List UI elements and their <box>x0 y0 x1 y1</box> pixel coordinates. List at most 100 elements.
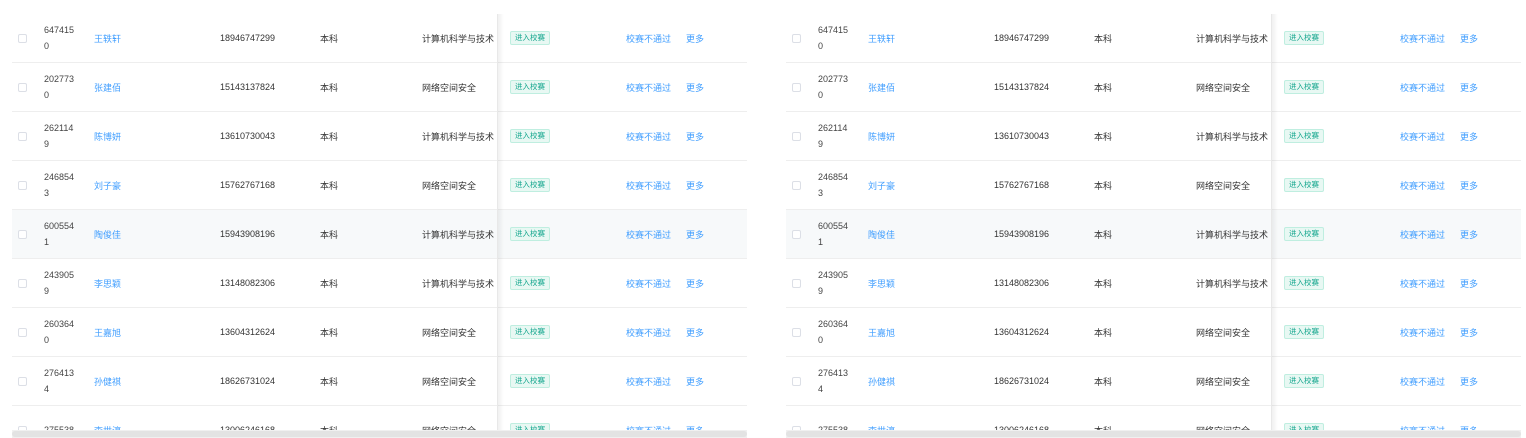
student-id: 2621149 <box>44 123 74 149</box>
row-checkbox[interactable] <box>792 82 801 92</box>
more-button[interactable]: 更多 <box>686 277 704 290</box>
student-name-link[interactable]: 刘子豪 <box>868 179 895 192</box>
phone-number: 15762767168 <box>220 180 276 190</box>
student-name-link[interactable]: 王轶轩 <box>868 32 895 45</box>
student-table-right: 6474150 王轶轩 18946747299 本科 计算机科学与技术 进入校赛… <box>786 14 1521 438</box>
table-row: 2621149 陈博妍 13610730043 本科 计算机科学与技术 进入校赛… <box>786 112 1521 161</box>
student-name-link[interactable]: 孙健祺 <box>94 375 121 388</box>
more-button[interactable]: 更多 <box>686 81 704 94</box>
reject-button[interactable]: 校赛不通过 <box>626 179 671 192</box>
student-name-link[interactable]: 刘子豪 <box>94 179 121 192</box>
education-level: 本科 <box>320 33 339 44</box>
student-id: 2027730 <box>44 74 75 100</box>
student-name-link[interactable]: 陈博妍 <box>868 130 895 143</box>
horizontal-scrollbar[interactable] <box>12 430 747 438</box>
student-id: 2027730 <box>818 74 849 100</box>
row-checkbox[interactable] <box>792 33 801 43</box>
reject-button[interactable]: 校赛不通过 <box>626 375 671 388</box>
scrollbar-thumb[interactable] <box>786 431 1521 437</box>
student-name-link[interactable]: 王嘉旭 <box>94 326 121 339</box>
row-checkbox[interactable] <box>18 327 27 337</box>
row-checkbox[interactable] <box>792 278 801 288</box>
student-id: 6474150 <box>818 25 849 51</box>
student-id: 2603640 <box>44 319 75 345</box>
row-checkbox[interactable] <box>18 229 27 239</box>
row-checkbox[interactable] <box>792 327 801 337</box>
reject-button[interactable]: 校赛不通过 <box>626 130 671 143</box>
more-button[interactable]: 更多 <box>686 130 704 143</box>
phone-number: 15143137824 <box>220 82 276 92</box>
education-level: 本科 <box>320 82 339 93</box>
status-badge: 进入校赛 <box>510 178 550 192</box>
student-name-link[interactable]: 张建佰 <box>94 81 121 94</box>
reject-button[interactable]: 校赛不通过 <box>1400 326 1445 339</box>
more-button[interactable]: 更多 <box>686 179 704 192</box>
more-button[interactable]: 更多 <box>1460 32 1478 45</box>
student-name-link[interactable]: 李思颖 <box>94 277 121 290</box>
more-button[interactable]: 更多 <box>686 32 704 45</box>
education-level: 本科 <box>1094 229 1113 240</box>
phone-number: 18946747299 <box>994 33 1050 43</box>
reject-button[interactable]: 校赛不通过 <box>1400 277 1445 290</box>
education-level: 本科 <box>320 327 339 338</box>
scrollbar-thumb[interactable] <box>12 431 747 437</box>
major-name: 计算机科学与技术 <box>1196 33 1269 44</box>
reject-button[interactable]: 校赛不通过 <box>626 277 671 290</box>
more-button[interactable]: 更多 <box>1460 81 1478 94</box>
more-button[interactable]: 更多 <box>1460 277 1478 290</box>
status-badge: 进入校赛 <box>510 325 550 339</box>
reject-button[interactable]: 校赛不通过 <box>1400 179 1445 192</box>
student-name-link[interactable]: 王嘉旭 <box>868 326 895 339</box>
more-button[interactable]: 更多 <box>686 375 704 388</box>
row-checkbox[interactable] <box>792 131 801 141</box>
reject-button[interactable]: 校赛不通过 <box>1400 32 1445 45</box>
row-checkbox[interactable] <box>18 376 27 386</box>
row-checkbox[interactable] <box>792 376 801 386</box>
more-button[interactable]: 更多 <box>1460 179 1478 192</box>
major-name: 网络空间安全 <box>1196 376 1251 387</box>
student-name-link[interactable]: 孙健祺 <box>868 375 895 388</box>
more-button[interactable]: 更多 <box>1460 326 1478 339</box>
student-name-link[interactable]: 张建佰 <box>868 81 895 94</box>
education-level: 本科 <box>320 229 339 240</box>
student-name-link[interactable]: 陶俊佳 <box>868 228 895 241</box>
more-button[interactable]: 更多 <box>686 228 704 241</box>
row-checkbox[interactable] <box>18 131 27 141</box>
reject-button[interactable]: 校赛不通过 <box>626 326 671 339</box>
reject-button[interactable]: 校赛不通过 <box>626 228 671 241</box>
more-button[interactable]: 更多 <box>1460 130 1478 143</box>
reject-button[interactable]: 校赛不通过 <box>626 32 671 45</box>
student-id: 2468543 <box>44 172 75 198</box>
phone-number: 13604312624 <box>994 327 1050 337</box>
student-name-link[interactable]: 陶俊佳 <box>94 228 121 241</box>
major-name: 计算机科学与技术 <box>422 131 495 142</box>
reject-button[interactable]: 校赛不通过 <box>1400 228 1445 241</box>
student-id: 2764134 <box>44 368 75 394</box>
reject-button[interactable]: 校赛不通过 <box>1400 81 1445 94</box>
reject-button[interactable]: 校赛不通过 <box>1400 375 1445 388</box>
more-button[interactable]: 更多 <box>1460 228 1478 241</box>
status-badge: 进入校赛 <box>510 374 550 388</box>
row-checkbox[interactable] <box>792 229 801 239</box>
major-name: 计算机科学与技术 <box>1196 278 1269 289</box>
status-badge: 进入校赛 <box>510 80 550 94</box>
reject-button[interactable]: 校赛不通过 <box>1400 130 1445 143</box>
reject-button[interactable]: 校赛不通过 <box>626 81 671 94</box>
student-name-link[interactable]: 李思颖 <box>868 277 895 290</box>
horizontal-scrollbar[interactable] <box>786 430 1521 438</box>
row-checkbox[interactable] <box>18 278 27 288</box>
student-name-link[interactable]: 陈博妍 <box>94 130 121 143</box>
row-checkbox[interactable] <box>18 180 27 190</box>
major-name: 网络空间安全 <box>422 82 477 93</box>
more-button[interactable]: 更多 <box>686 326 704 339</box>
education-level: 本科 <box>1094 376 1113 387</box>
more-button[interactable]: 更多 <box>1460 375 1478 388</box>
status-badge: 进入校赛 <box>510 276 550 290</box>
row-checkbox[interactable] <box>18 82 27 92</box>
table-row: 6005541 陶俊佳 15943908196 本科 计算机科学与技术 进入校赛… <box>12 210 747 259</box>
row-checkbox[interactable] <box>18 33 27 43</box>
student-name-link[interactable]: 王轶轩 <box>94 32 121 45</box>
phone-number: 13610730043 <box>994 131 1050 141</box>
row-checkbox[interactable] <box>792 180 801 190</box>
major-name: 网络空间安全 <box>1196 82 1251 93</box>
